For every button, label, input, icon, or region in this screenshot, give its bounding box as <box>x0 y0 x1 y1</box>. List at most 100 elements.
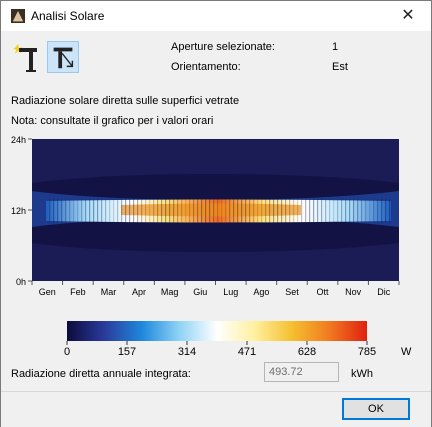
band-stripe <box>173 199 175 223</box>
band-stripe <box>57 199 59 223</box>
band-stripe <box>77 199 79 223</box>
y-tick-label: 24h <box>11 135 26 145</box>
x-tick-label: Feb <box>70 287 86 297</box>
sun-wall-icon[interactable] <box>13 42 41 74</box>
band-stripe <box>261 199 263 223</box>
band-stripe <box>169 199 171 223</box>
band-stripe <box>285 199 287 223</box>
band-stripe <box>133 199 135 223</box>
x-tick-label: Set <box>285 287 299 297</box>
band-stripe <box>97 199 99 223</box>
band-stripe <box>149 199 151 223</box>
x-tick-label: Apr <box>132 287 146 297</box>
band-stripe <box>73 199 75 223</box>
band-stripe <box>293 199 295 223</box>
x-tick-label: Giu <box>193 287 207 297</box>
band-stripe <box>109 199 111 223</box>
band-stripe <box>277 199 279 223</box>
band-stripe <box>317 199 319 223</box>
band-stripe <box>265 199 267 223</box>
band-stripe <box>157 199 159 223</box>
solar-heatmap-chart: 0h 12h 24h Gen Feb Mar Apr Mag Giu Lug Ago Set Ott N… <box>11 135 400 297</box>
band-stripe <box>49 199 51 223</box>
band-stripe <box>181 199 183 223</box>
band-stripe <box>205 199 207 223</box>
result-value-field[interactable] <box>264 362 339 382</box>
band-stripe <box>229 199 231 223</box>
band-stripe <box>249 199 251 223</box>
band-stripe <box>349 199 351 223</box>
band-stripe <box>193 199 195 223</box>
band-stripe <box>273 199 275 223</box>
band-stripe <box>81 199 83 223</box>
info-label-orientation: Orientamento: <box>171 61 241 73</box>
band-stripe <box>145 199 147 223</box>
info-value-aperture: 1 <box>332 41 339 53</box>
band-stripe <box>337 199 339 223</box>
band-stripe <box>117 199 119 223</box>
band-stripe <box>345 199 347 223</box>
legend-tick-label: 471 <box>238 346 256 358</box>
x-tick-label: Gen <box>39 287 56 297</box>
band-stripe <box>253 199 255 223</box>
band-stripe <box>213 199 215 223</box>
band-stripe <box>321 199 323 223</box>
ok-button[interactable]: OK <box>342 398 410 420</box>
info-label-aperture: Aperture selezionate: <box>171 41 275 53</box>
y-tick-label: 0h <box>16 277 26 287</box>
band-stripe <box>141 199 143 223</box>
app-icon <box>11 9 25 23</box>
title-bar: Analisi Solare ✕ <box>1 1 431 31</box>
band-stripe <box>269 199 271 223</box>
band-stripe <box>369 199 371 223</box>
close-icon[interactable]: ✕ <box>385 1 431 31</box>
x-tick-label: Ott <box>317 287 330 297</box>
band-stripe <box>361 199 363 223</box>
band-stripe <box>341 199 343 223</box>
band-stripe <box>161 199 163 223</box>
band-stripe <box>65 199 67 223</box>
band-stripe <box>365 199 367 223</box>
band-stripe <box>153 199 155 223</box>
band-stripe <box>377 199 379 223</box>
band-stripe <box>245 199 247 223</box>
legend-tick-label: 785 <box>358 346 376 358</box>
band-stripe <box>241 199 243 223</box>
band-stripe <box>313 199 315 223</box>
legend-tick-label: 0 <box>64 346 70 358</box>
tool-projection-button[interactable] <box>47 41 79 73</box>
band-stripe <box>197 199 199 223</box>
y-tick-label: 12h <box>11 206 26 216</box>
band-stripe <box>165 199 167 223</box>
x-tick-label: Dic <box>377 287 390 297</box>
band-stripe <box>93 199 95 223</box>
band-stripe <box>125 199 127 223</box>
band-stripe <box>385 199 387 223</box>
band-stripe <box>281 199 283 223</box>
chart-note: Nota: consultate il grafico per i valori… <box>11 115 214 127</box>
band-stripe <box>217 199 219 223</box>
band-stripe <box>305 199 307 223</box>
x-tick-label: Mar <box>101 287 117 297</box>
band-stripe <box>201 199 203 223</box>
band-stripe <box>177 199 179 223</box>
band-stripe <box>101 199 103 223</box>
band-stripe <box>237 199 239 223</box>
legend-unit: W <box>401 346 412 358</box>
legend-tick-label: 628 <box>298 346 316 358</box>
band-stripe <box>257 199 259 223</box>
band-stripe <box>333 199 335 223</box>
band-stripe <box>121 199 123 223</box>
band-stripe <box>89 199 91 223</box>
window-title: Analisi Solare <box>31 9 105 23</box>
band-stripe <box>225 199 227 223</box>
band-stripe <box>185 199 187 223</box>
band-stripe <box>325 199 327 223</box>
band-stripe <box>53 199 55 223</box>
band-stripe <box>389 199 391 223</box>
band-stripe <box>61 199 63 223</box>
color-legend: 0 157 314 471 628 785 W <box>64 321 412 358</box>
x-tick-label: Nov <box>345 287 362 297</box>
band-stripe <box>105 199 107 223</box>
band-stripe <box>289 199 291 223</box>
